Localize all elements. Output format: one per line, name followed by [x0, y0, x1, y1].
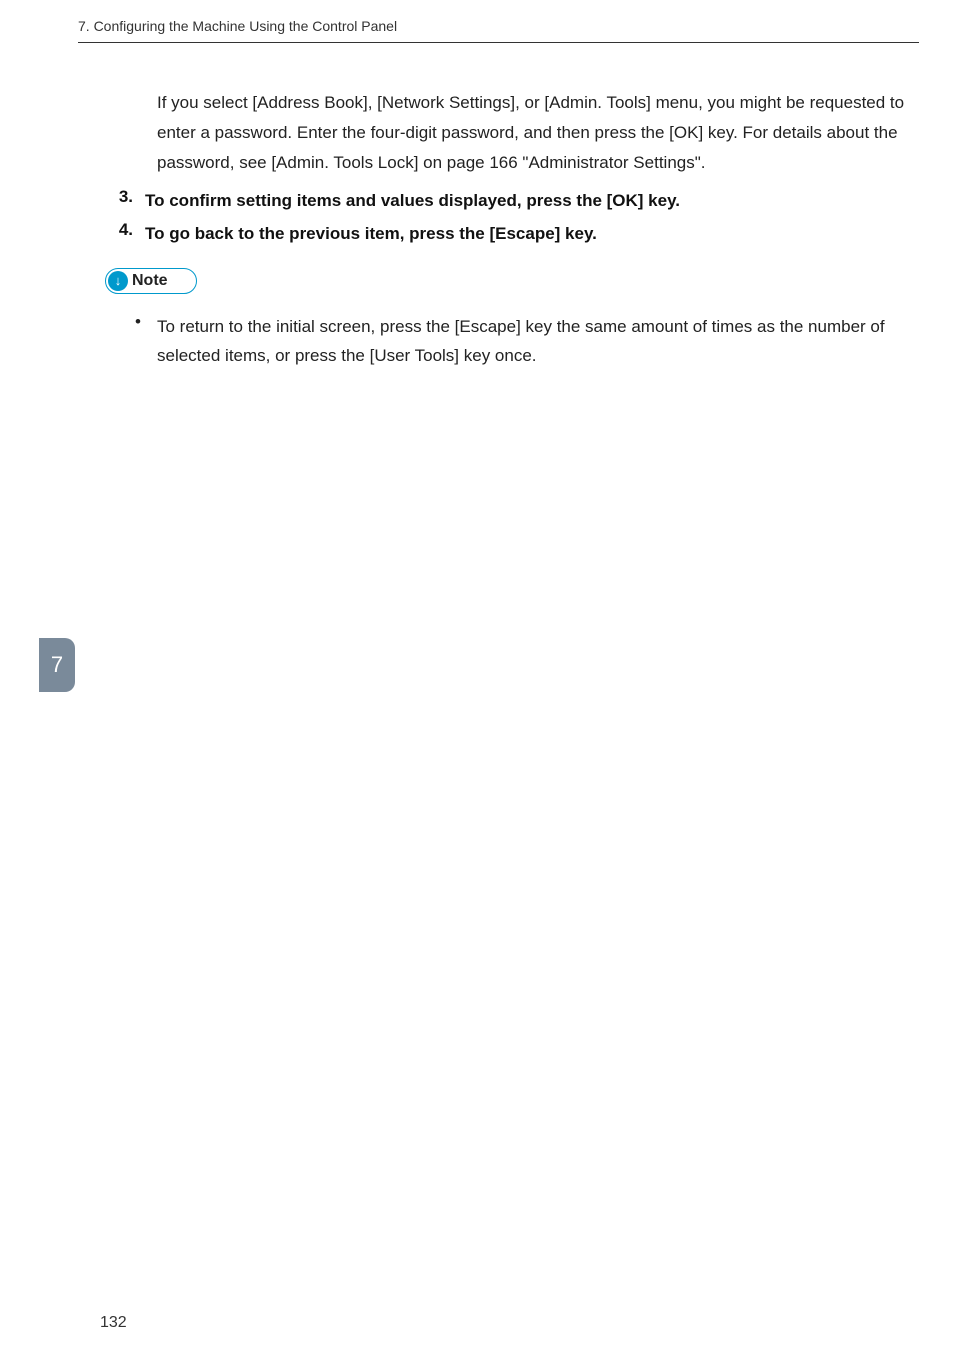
- chapter-header: 7. Configuring the Machine Using the Con…: [78, 18, 397, 34]
- header-divider: [78, 42, 919, 43]
- side-tab-number: 7: [51, 652, 63, 678]
- step-number: 3.: [105, 187, 145, 214]
- step-item-3: 3. To confirm setting items and values d…: [105, 187, 919, 214]
- chapter-side-tab: 7: [39, 638, 75, 692]
- step-item-4: 4. To go back to the previous item, pres…: [105, 220, 919, 247]
- page-number-text: 132: [100, 1314, 127, 1331]
- step-number: 4.: [105, 220, 145, 247]
- page-number: 132: [100, 1314, 127, 1332]
- note-icon-circle: ↓: [108, 271, 128, 291]
- page-content: If you select [Address Book], [Network S…: [105, 88, 919, 371]
- note-bullet-item: • To return to the initial screen, press…: [135, 312, 919, 372]
- intro-paragraph-text: If you select [Address Book], [Network S…: [157, 93, 904, 172]
- step-text: To go back to the previous item, press t…: [145, 220, 597, 247]
- intro-paragraph: If you select [Address Book], [Network S…: [157, 88, 919, 177]
- note-label: Note: [132, 272, 168, 290]
- note-bullet-text: To return to the initial screen, press t…: [157, 312, 919, 372]
- note-badge: ↓ Note: [105, 268, 197, 294]
- down-arrow-icon: ↓: [115, 274, 122, 287]
- bullet-mark: •: [135, 312, 157, 372]
- step-text: To confirm setting items and values disp…: [145, 187, 680, 214]
- chapter-title-text: 7. Configuring the Machine Using the Con…: [78, 18, 397, 34]
